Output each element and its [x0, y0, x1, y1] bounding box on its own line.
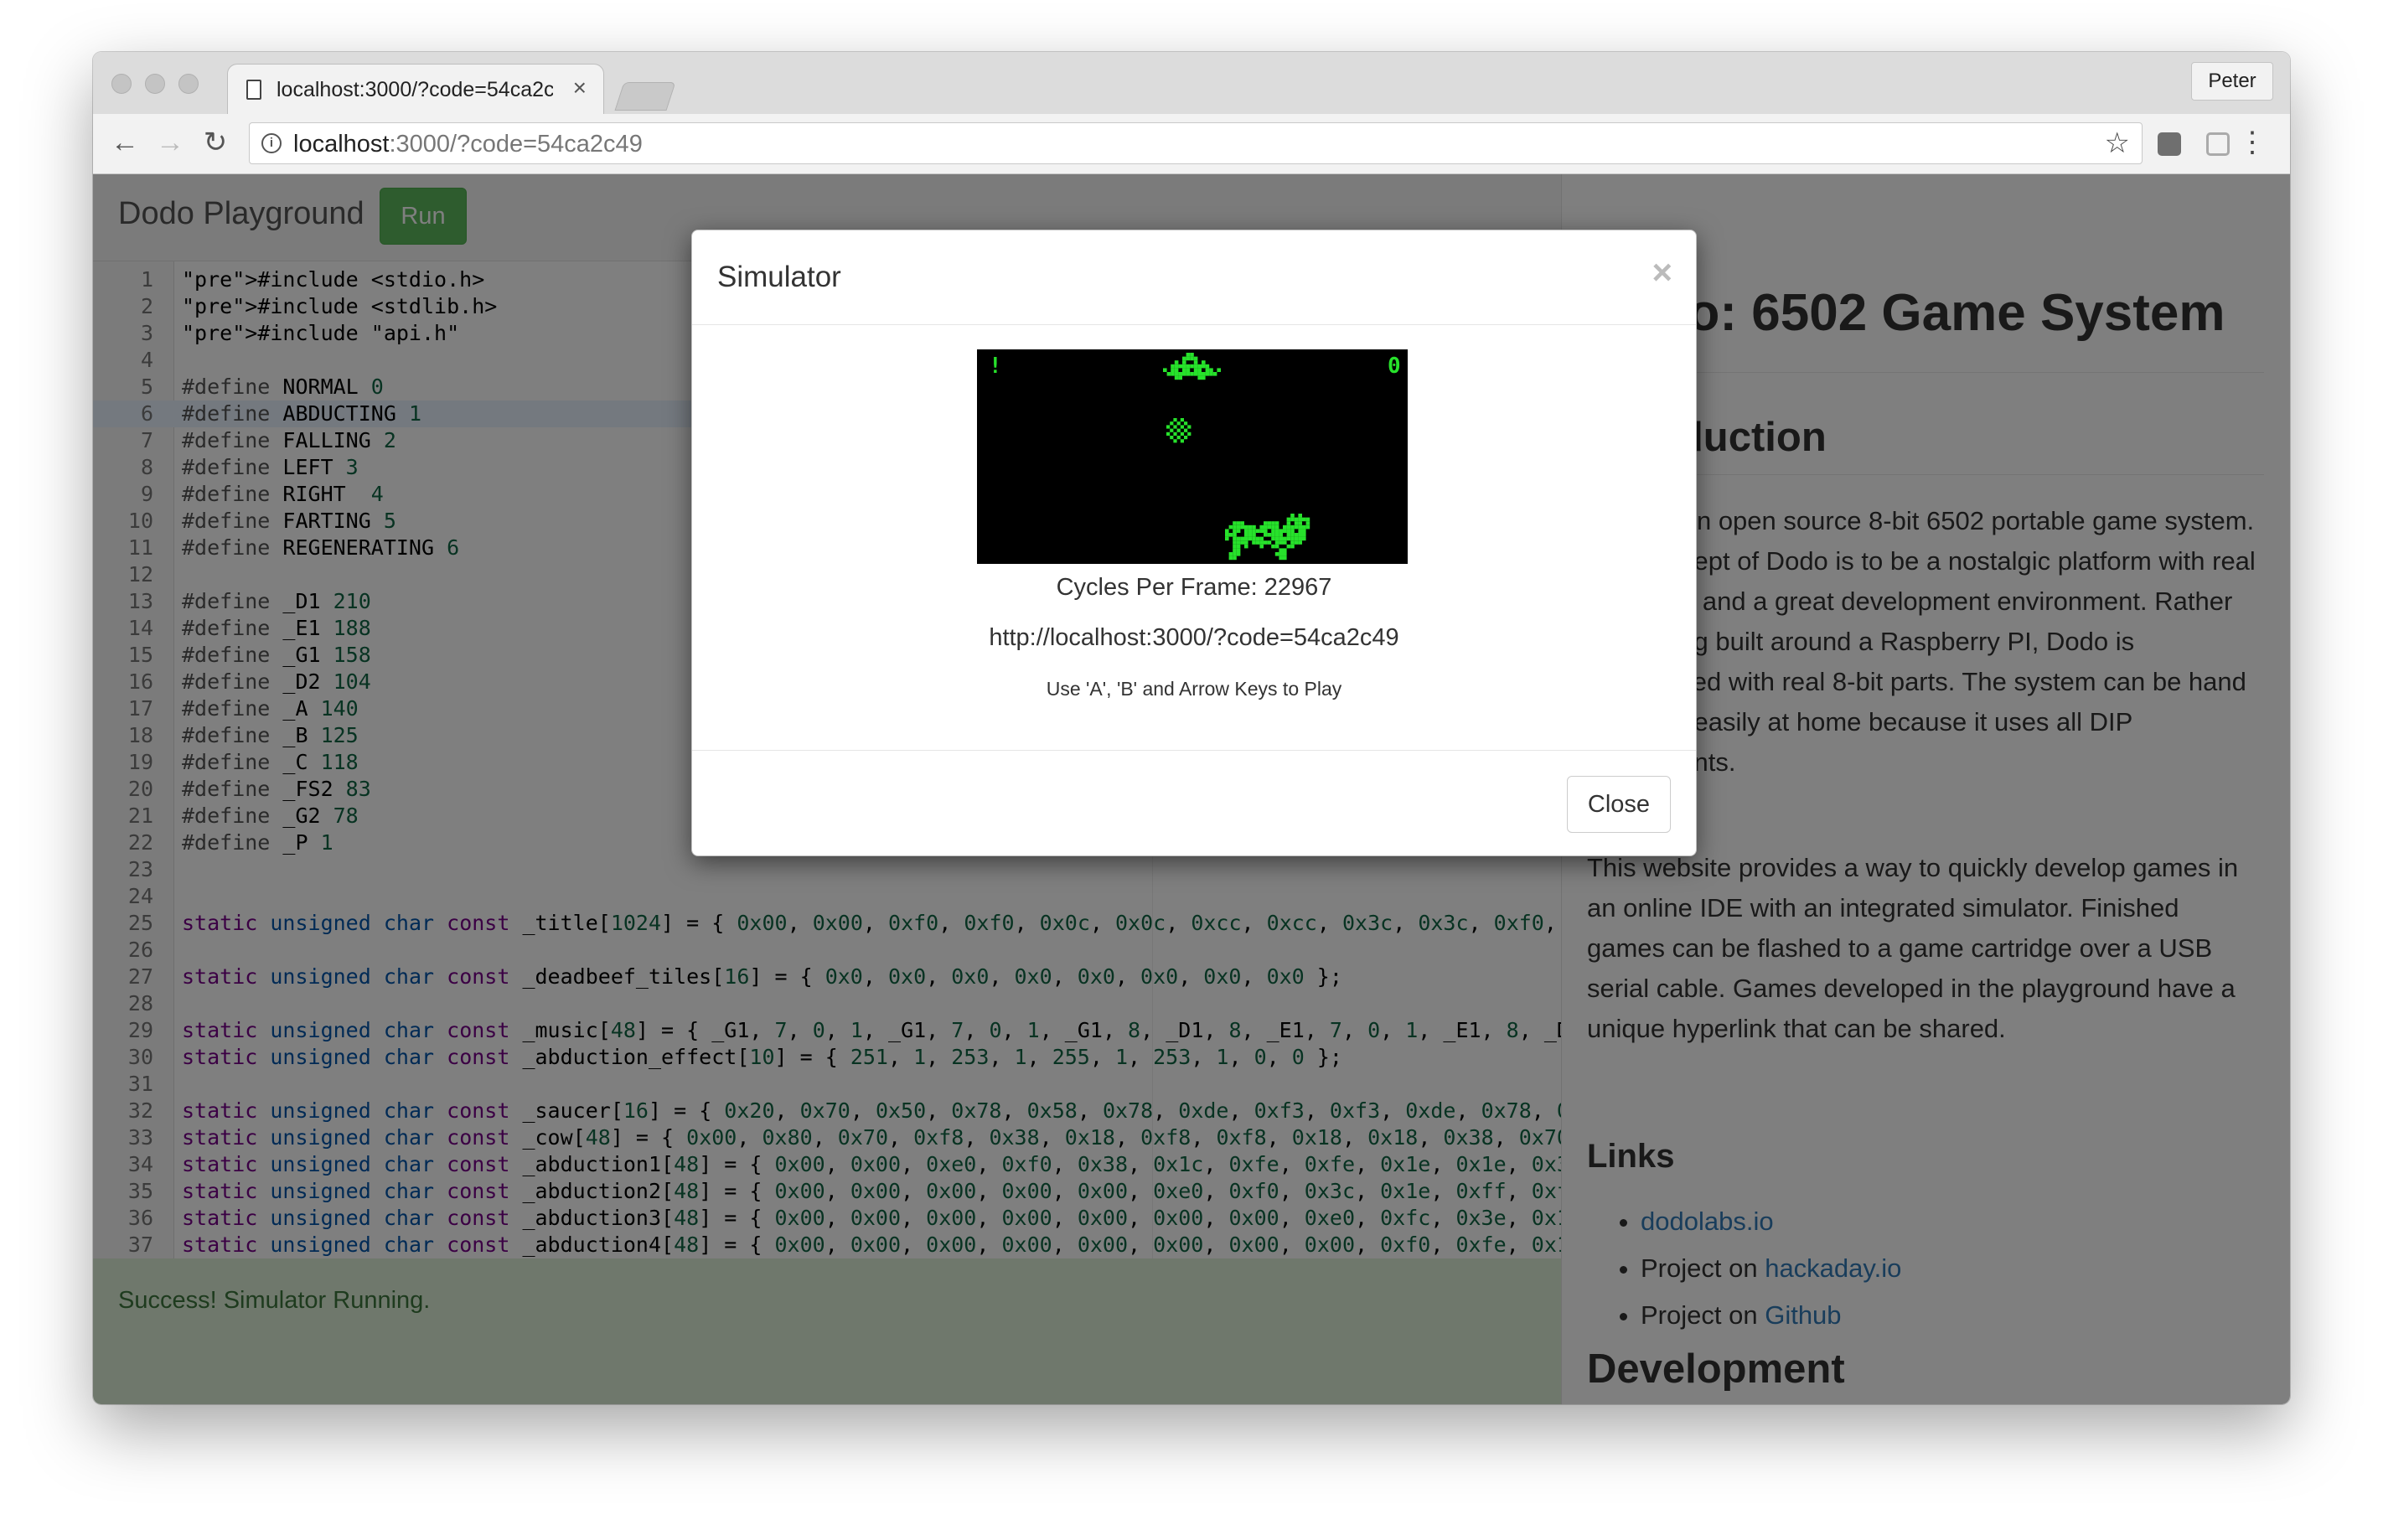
share-url: http://localhost:3000/?code=54ca2c49	[989, 624, 1399, 651]
play-instructions: Use 'A', 'B' and Arrow Keys to Play	[1046, 678, 1342, 700]
bookmark-star-icon[interactable]: ☆	[2105, 127, 2130, 160]
zoom-window-button[interactable]	[178, 74, 199, 94]
score-right-text: 0	[1388, 354, 1401, 379]
tab-strip: localhost:3000/?code=54ca2c49 × Peter	[93, 52, 2290, 116]
close-button[interactable]: Close	[1567, 776, 1671, 833]
falling-object-sprite	[1166, 418, 1192, 443]
address-bar[interactable]: i localhost:3000/?code=54ca2c49 ☆	[249, 122, 2143, 164]
simulator-screen[interactable]: ! 0	[977, 349, 1408, 564]
page-icon	[246, 80, 261, 100]
url-host: localhost	[293, 131, 390, 158]
extension-icon[interactable]	[2158, 132, 2181, 156]
extension-b-icon[interactable]	[2206, 132, 2230, 156]
cycles-per-frame: Cycles Per Frame: 22967	[1056, 574, 1332, 601]
forward-arrow-icon[interactable]: →	[153, 126, 187, 159]
info-icon[interactable]: i	[261, 133, 282, 153]
score-left-text: !	[989, 354, 1002, 379]
game-canvas: ! 0	[989, 353, 1401, 561]
minimize-window-button[interactable]	[145, 74, 165, 94]
url-path: :3000/?code=54ca2c49	[389, 131, 643, 158]
modal-title: Simulator	[717, 261, 841, 293]
new-tab-button[interactable]	[614, 82, 676, 111]
saucer-sprite	[1163, 353, 1221, 380]
close-icon[interactable]: ×	[1652, 252, 1672, 292]
modal-header: Simulator ×	[692, 230, 1696, 325]
game-sprites	[1163, 353, 1310, 561]
cow-sprite	[1225, 514, 1310, 561]
tab-title: localhost:3000/?code=54ca2c49	[277, 78, 553, 101]
simulator-modal: Simulator × ! 0 Cycles Per Frame: 22967 …	[691, 230, 1697, 856]
browser-menu-icon[interactable]: ⋮	[2238, 124, 2267, 161]
modal-footer: Close	[692, 750, 1696, 858]
browser-toolbar: ← → ↻ i localhost:3000/?code=54ca2c49 ☆ …	[93, 114, 2290, 174]
browser-window: localhost:3000/?code=54ca2c49 × Peter ← …	[93, 52, 2290, 1404]
browser-tab-active[interactable]: localhost:3000/?code=54ca2c49 ×	[227, 64, 604, 116]
tab-close-icon[interactable]: ×	[573, 75, 587, 101]
back-arrow-icon[interactable]: ←	[108, 126, 142, 159]
reload-icon[interactable]: ↻	[199, 126, 232, 159]
close-window-button[interactable]	[111, 74, 132, 94]
profile-button[interactable]: Peter	[2191, 62, 2273, 101]
url-text: localhost:3000/?code=54ca2c49	[293, 131, 643, 158]
